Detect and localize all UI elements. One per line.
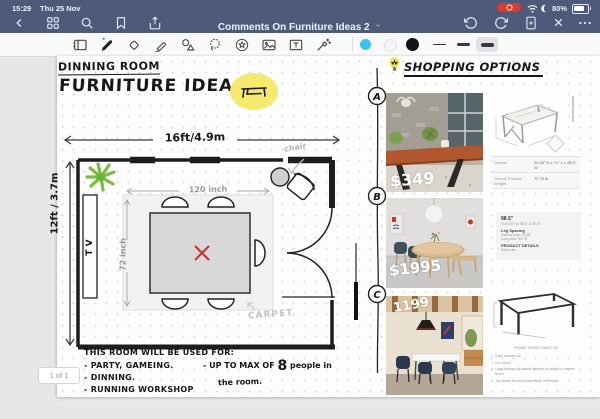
page-sidebar-button[interactable] — [72, 37, 88, 53]
page-title: FURNITURE IDEAS — [58, 76, 247, 96]
highlight-ellipse — [230, 73, 278, 110]
lasso-tool[interactable] — [207, 37, 223, 53]
image-tool[interactable] — [261, 37, 277, 53]
add-page-button[interactable] — [524, 16, 538, 30]
bullet-item: •Legs feature adjustable levelers to ada… — [492, 367, 582, 377]
bullet-item: •Iron frame — [492, 361, 582, 366]
carpet-depth-label: 72 inch — [119, 232, 128, 278]
close-button[interactable] — [552, 16, 565, 29]
undo-button[interactable] — [464, 16, 478, 30]
note-item: - DINNING. — [84, 372, 194, 384]
capacity-prefix: - UP TO MAX OF — [203, 361, 275, 370]
stroke-thin[interactable] — [428, 37, 450, 52]
notes-list: - PARTY, GAMEING. - DINNING. - RUNNING W… — [84, 360, 194, 396]
battery-percent: 80% — [552, 4, 567, 13]
spec-details: Solid oak — [501, 248, 576, 252]
capacity-suffix: people in — [290, 361, 332, 370]
capacity-note: - UP TO MAX OF 8 people in the room. — [203, 358, 353, 385]
toolbar-divider — [352, 37, 353, 52]
text-tool[interactable] — [288, 37, 304, 53]
redo-button[interactable] — [494, 16, 508, 30]
product-b-spec-box: 98.5" H 29.25" W 98.5" D 39.5" Leg Spaci… — [496, 212, 581, 260]
spec-value: 72.75 lb. — [532, 173, 580, 188]
color-swatch-black-selected[interactable] — [406, 38, 419, 51]
stroke-medium[interactable] — [452, 37, 474, 52]
color-swatch-white[interactable] — [384, 39, 397, 52]
record-icon — [506, 4, 513, 11]
nav-bar: Comments On Furniture Ideas 2 — [0, 13, 600, 33]
chevron-down-icon — [374, 22, 382, 29]
product-a-price: $349 — [389, 168, 435, 190]
capacity-number: 8 — [277, 358, 287, 374]
option-label-c: C — [373, 290, 381, 301]
page-subtitle: DINNING ROOM — [58, 60, 160, 76]
floor-plan-sketch: A B C — [57, 60, 387, 380]
product-c-caption: FRAME DINING TABLE, 60" — [488, 346, 585, 350]
spec-row: Overall Product Weight 72.75 lb. — [492, 173, 580, 189]
bullet-item: •Top made in India; base made in Taiwan — [492, 379, 582, 384]
pen-tool-selected[interactable] — [99, 37, 115, 53]
dining-table-rect — [150, 213, 250, 293]
plant-doodle — [87, 164, 114, 190]
door-swing-arcs — [282, 208, 335, 298]
product-c-bullets: •Solid marble top •Iron frame •Legs feat… — [492, 354, 582, 385]
notes-heading: THIS ROOM WILL BE USED FOR: — [84, 348, 234, 357]
app-window: 15:29 Thu 25 Nov 80% — [0, 0, 600, 419]
spec-leg-long: Long side: 69.75" — [501, 237, 576, 241]
spec-value: 29.25" H x 71" L x 35.5" W — [532, 157, 580, 172]
tool-ribbon — [0, 33, 600, 57]
height-dimension-arrow — [66, 162, 74, 345]
screen-recording-indicator[interactable] — [497, 3, 521, 12]
note-item: - PARTY, GAMEING. — [84, 360, 194, 372]
stroke-thick-selected[interactable] — [476, 37, 498, 52]
sticker-tool[interactable] — [234, 37, 250, 53]
eraser-tool[interactable] — [126, 37, 142, 53]
section-divider-line — [377, 68, 378, 373]
header-bar: 15:29 Thu 25 Nov 80% — [0, 0, 600, 33]
armchair-shape — [285, 170, 318, 202]
shopping-heading: SHOPPING OPTIONS — [404, 60, 543, 77]
plan-height-label: 12ft / 3.7m — [50, 165, 61, 243]
status-time: 15:29 — [12, 4, 31, 13]
note-item: - RUNNING WORKSHOP — [84, 384, 194, 396]
shapes-tool[interactable] — [180, 37, 196, 53]
lightbulb-icon — [388, 57, 401, 73]
spec-label: Overall — [492, 157, 532, 172]
status-date: Thu 25 Nov — [40, 4, 80, 13]
side-table-circle — [271, 168, 289, 186]
carpet-width-label: 120 inch — [182, 185, 234, 195]
product-a-spec-table: Overall 29.25" H x 71" L x 35.5" W Overa… — [492, 156, 580, 189]
page-indicator: 1 of 1 — [38, 367, 80, 384]
table-doodle-icon — [240, 84, 268, 100]
option-label-a: A — [372, 92, 381, 103]
more-button[interactable] — [578, 16, 592, 30]
product-c-sketch: FRAME DINING TABLE, 60" — [488, 287, 585, 349]
color-swatch-cyan[interactable] — [360, 39, 371, 50]
wifi-icon — [527, 4, 538, 13]
highlighter-tool[interactable] — [153, 37, 169, 53]
spec-dims: H 29.25" W 98.5" D 39.5" — [501, 222, 576, 226]
bullet-item: •Solid marble top — [492, 354, 582, 359]
option-label-b: B — [373, 192, 381, 203]
spec-label: Overall Product Weight — [492, 173, 532, 188]
embedded-scrollbar — [572, 96, 574, 122]
plan-width-label: 16ft/4.9m — [150, 130, 240, 145]
pen-connected-dot — [102, 37, 104, 39]
tv-label: TV — [85, 232, 95, 260]
spec-row: Overall 29.25" H x 71" L x 35.5" W — [492, 157, 580, 173]
document-title: Comments On Furniture Ideas 2 — [218, 22, 370, 33]
moon-icon — [540, 4, 548, 13]
laser-pointer-tool[interactable] — [315, 37, 331, 53]
